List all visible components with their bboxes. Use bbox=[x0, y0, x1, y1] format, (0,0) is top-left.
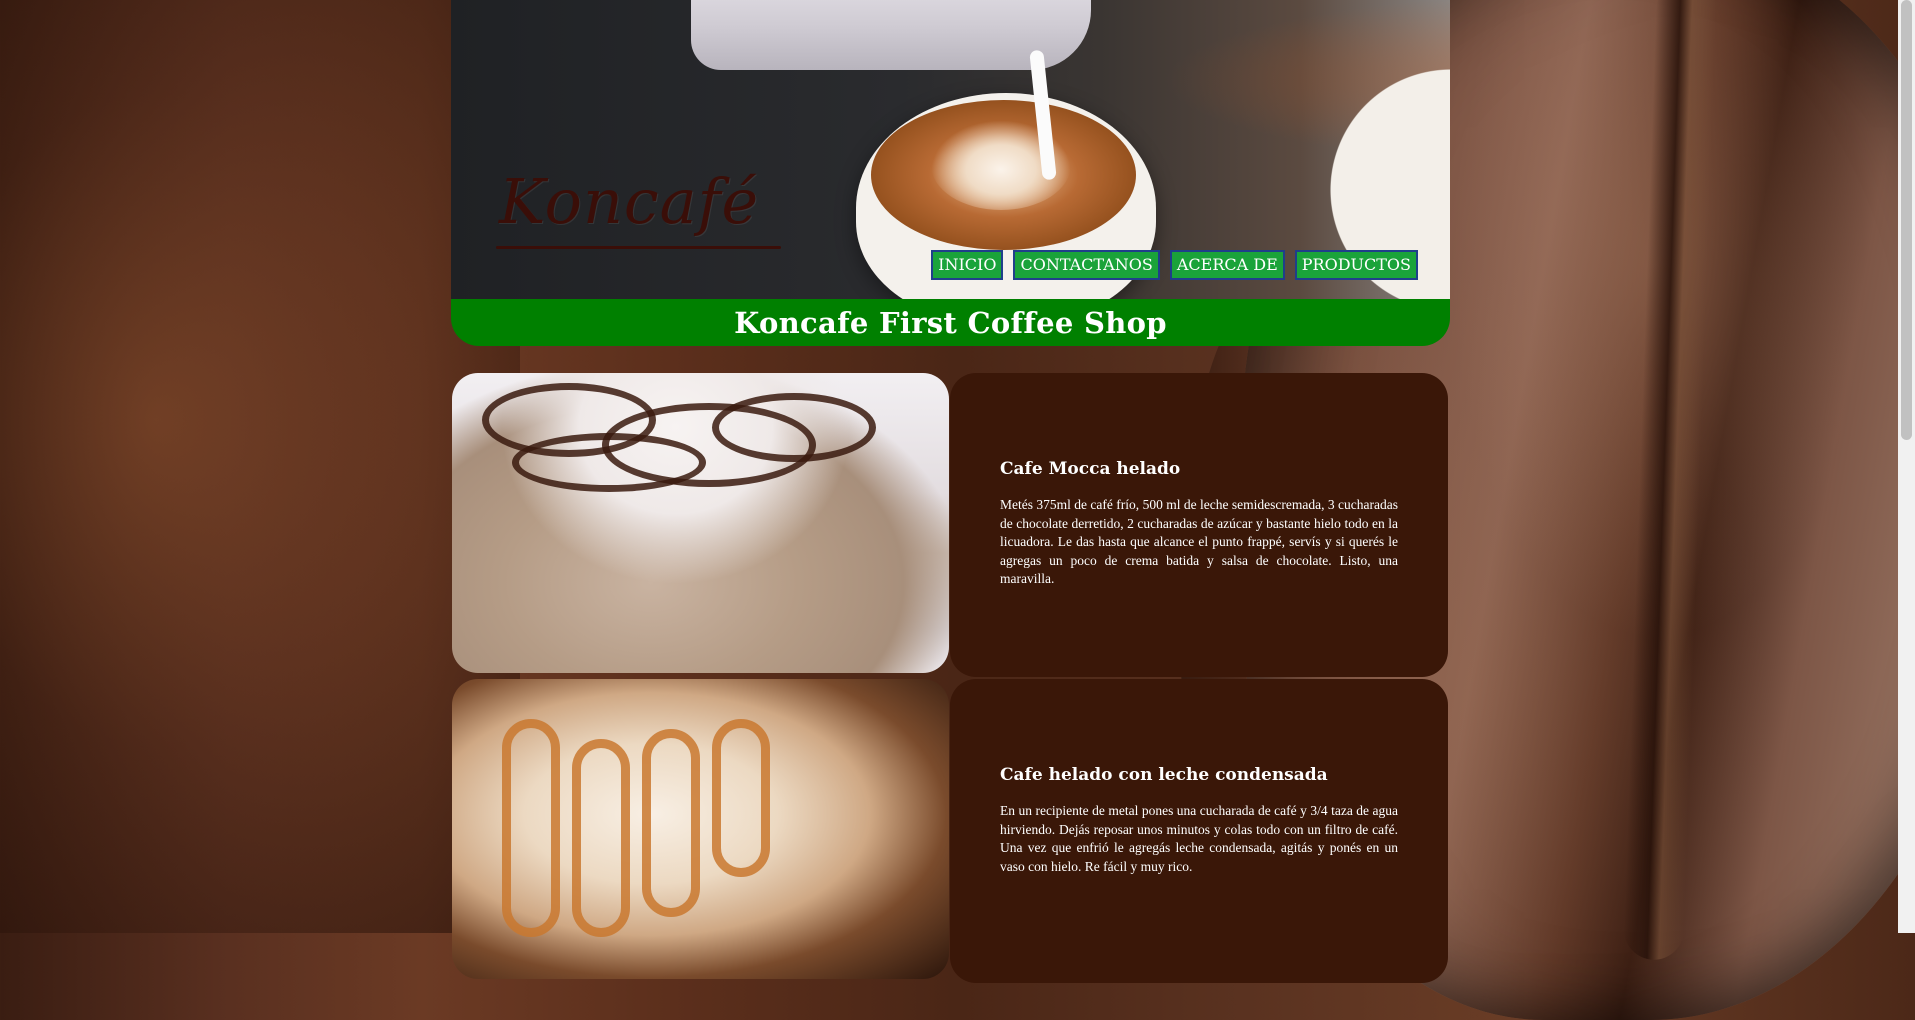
page-container: Koncafé INICIO CONTACTANOS ACERCA DE PRO… bbox=[451, 0, 1450, 983]
nav-acerca-de[interactable]: ACERCA DE bbox=[1169, 250, 1285, 280]
chocolate-swirl bbox=[712, 393, 876, 462]
scrollbar-thumb[interactable] bbox=[1901, 0, 1912, 440]
main-nav: INICIO CONTACTANOS ACERCA DE PRODUCTOS bbox=[931, 250, 1418, 280]
vertical-scrollbar[interactable] bbox=[1898, 0, 1915, 933]
product-row: Cafe helado con leche condensada En un r… bbox=[452, 679, 1448, 983]
title-bar: Koncafe First Coffee Shop bbox=[451, 299, 1450, 346]
product-name: Cafe helado con leche condensada bbox=[1000, 765, 1328, 785]
nav-inicio[interactable]: INICIO bbox=[931, 250, 1004, 280]
site-logo[interactable]: Koncafé bbox=[499, 165, 759, 238]
product-description: Metés 375ml de café frío, 500 ml de lech… bbox=[1000, 497, 1398, 586]
background-glow bbox=[0, 0, 520, 933]
product-card: Cafe Mocca helado Metés 375ml de café fr… bbox=[950, 373, 1448, 677]
product-card: Cafe helado con leche condensada En un r… bbox=[950, 679, 1448, 983]
caramel-drizzle bbox=[642, 729, 700, 917]
logo-underline bbox=[496, 246, 781, 249]
product-image-mocca bbox=[452, 373, 949, 673]
product-row: Cafe Mocca helado Metés 375ml de café fr… bbox=[452, 373, 1448, 677]
nav-contactanos[interactable]: CONTACTANOS bbox=[1013, 250, 1160, 280]
product-image-leche-condensada bbox=[452, 679, 949, 979]
chocolate-swirl bbox=[512, 433, 706, 492]
page-title: Koncafe First Coffee Shop bbox=[734, 305, 1167, 340]
caramel-drizzle bbox=[572, 739, 630, 937]
product-description: En un recipiente de metal pones una cuch… bbox=[1000, 803, 1398, 874]
nav-productos[interactable]: PRODUCTOS bbox=[1294, 250, 1418, 280]
caramel-drizzle bbox=[502, 719, 560, 937]
product-name: Cafe Mocca helado bbox=[1000, 459, 1181, 479]
header-banner: Koncafé INICIO CONTACTANOS ACERCA DE PRO… bbox=[451, 0, 1450, 299]
caramel-drizzle bbox=[712, 719, 770, 877]
